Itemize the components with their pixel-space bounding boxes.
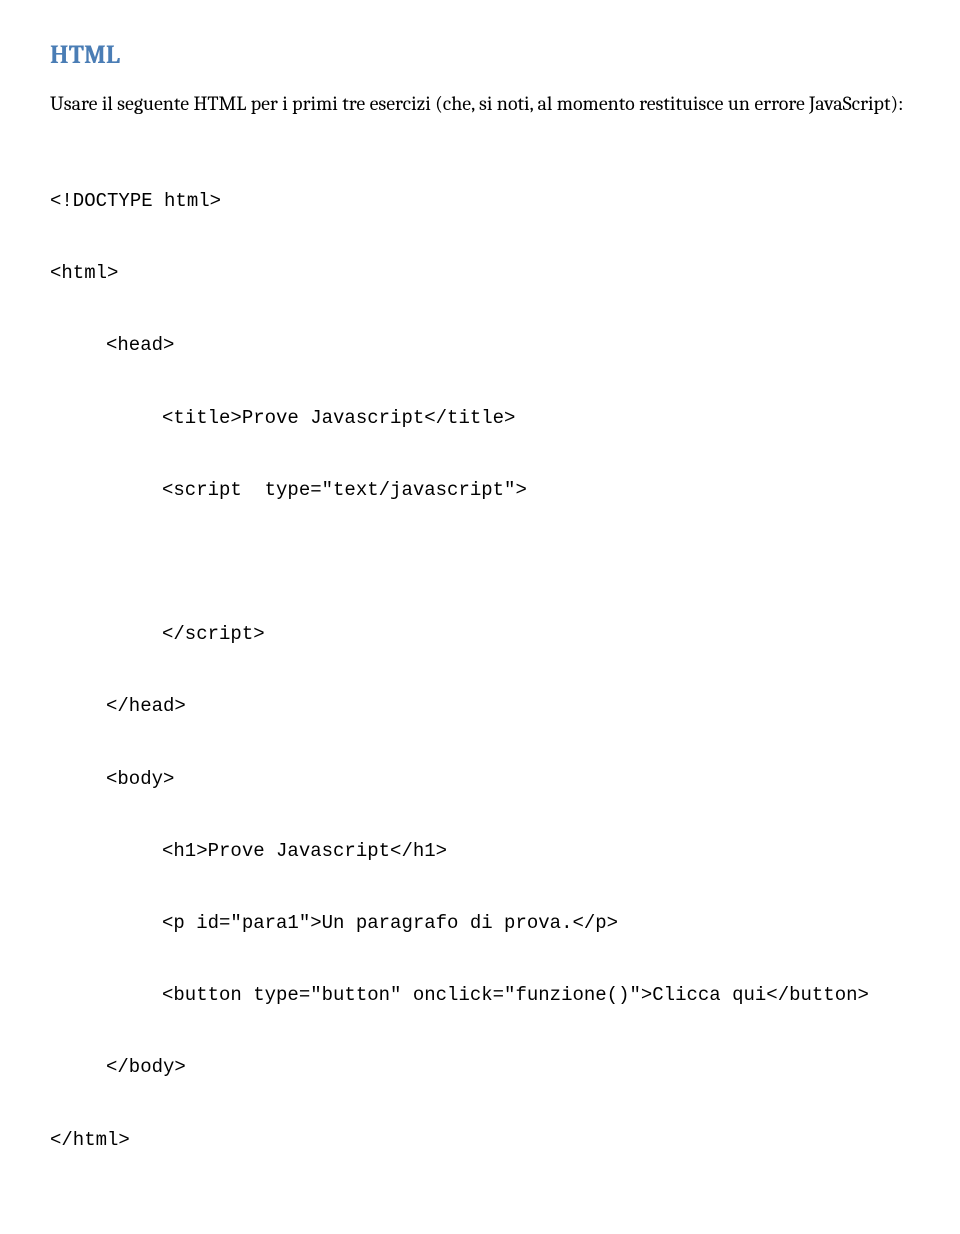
code-line: <body>: [50, 761, 910, 797]
intro-paragraph: Usare il seguente HTML per i primi tre e…: [50, 88, 910, 119]
code-line: <p id="para1">Un paragrafo di prova.</p>: [50, 905, 910, 941]
code-line: </html>: [50, 1122, 910, 1158]
section-heading: HTML: [50, 40, 910, 70]
code-line: <script type="text/javascript">: [50, 472, 910, 508]
code-line: <!DOCTYPE html>: [50, 183, 910, 219]
code-line: <title>Prove Javascript</title>: [50, 400, 910, 436]
code-line: </script>: [50, 616, 910, 652]
code-line: </head>: [50, 688, 910, 724]
code-blank-line: [50, 544, 910, 580]
code-block: <!DOCTYPE html> <html> <head> <title>Pro…: [50, 147, 910, 1194]
code-line: <html>: [50, 255, 910, 291]
code-line: <head>: [50, 327, 910, 363]
code-line: <button type="button" onclick="funzione(…: [50, 977, 910, 1013]
code-line: <h1>Prove Javascript</h1>: [50, 833, 910, 869]
code-line: </body>: [50, 1049, 910, 1085]
